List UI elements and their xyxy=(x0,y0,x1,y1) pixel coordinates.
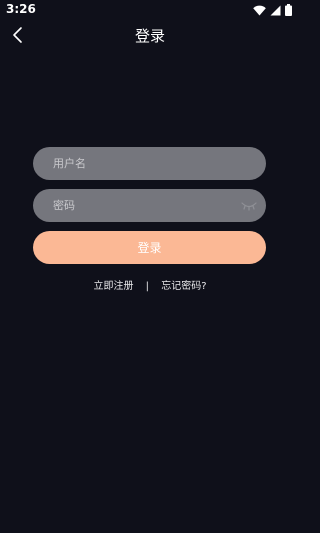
status-icons xyxy=(253,4,292,16)
password-input[interactable] xyxy=(53,189,233,222)
link-separator: | xyxy=(145,281,150,292)
header: 登录 xyxy=(0,22,300,50)
password-field[interactable] xyxy=(33,189,266,222)
auth-links: 立即注册 | 忘记密码? xyxy=(0,277,300,292)
forgot-password-link[interactable]: 忘记密码? xyxy=(161,277,206,292)
login-button[interactable]: 登录 xyxy=(33,231,266,264)
page-title: 登录 xyxy=(134,27,165,45)
cellular-signal-icon xyxy=(270,5,281,15)
eye-closed-icon[interactable] xyxy=(241,201,257,211)
status-time: 3:26 xyxy=(6,2,36,16)
wifi-icon xyxy=(253,5,266,15)
register-link[interactable]: 立即注册 xyxy=(93,277,133,292)
username-field[interactable] xyxy=(33,147,266,180)
username-input[interactable] xyxy=(53,147,233,180)
status-bar: 3:26 xyxy=(0,0,300,22)
battery-icon xyxy=(285,4,292,16)
